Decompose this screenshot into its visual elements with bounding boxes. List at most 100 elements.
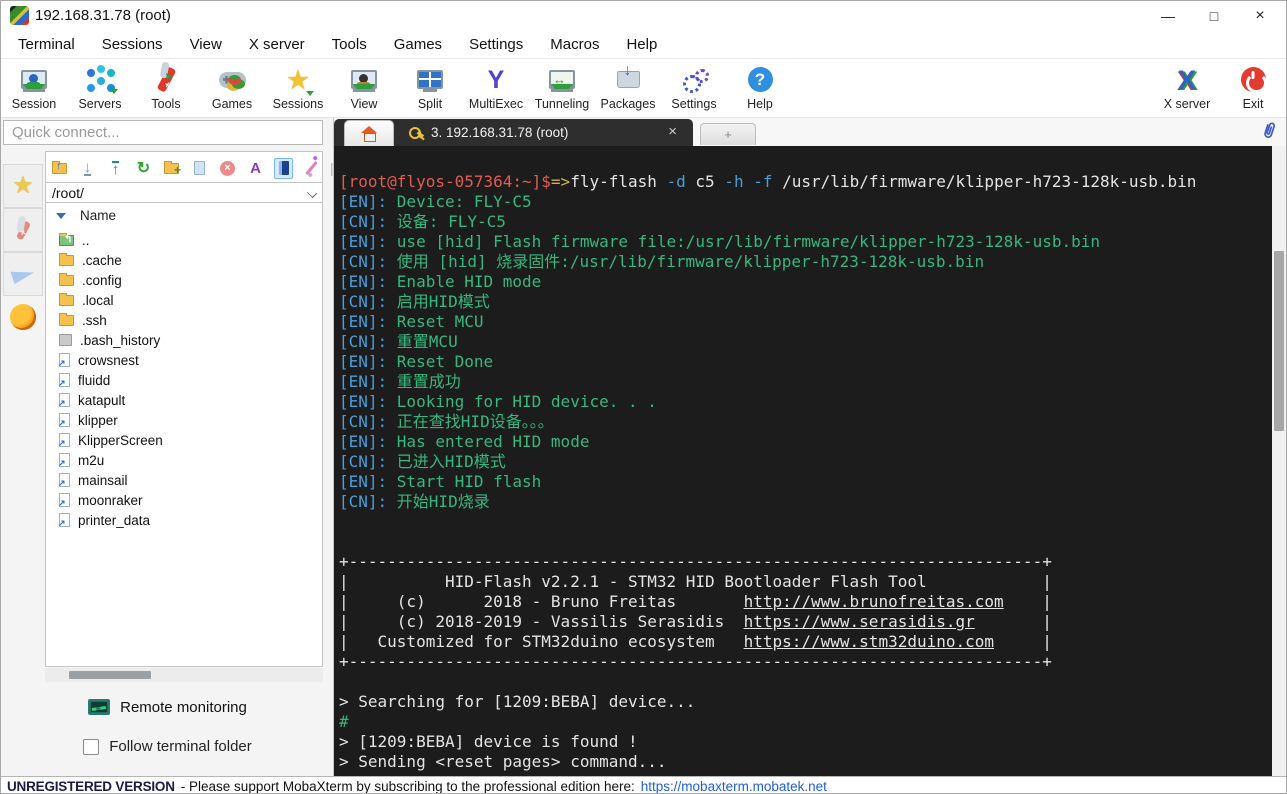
file-row[interactable]: .ssh	[46, 310, 322, 330]
file-row[interactable]: .cache	[46, 250, 322, 270]
file-toolbar-rename-button[interactable]: A	[246, 158, 265, 179]
file-row[interactable]: ↰..	[46, 230, 322, 250]
file-row[interactable]: ↗ KlipperScreen	[46, 430, 322, 450]
toolbar-button-tools[interactable]: Tools	[133, 59, 199, 117]
tab-active-session[interactable]: 3. 192.168.31.78 (root) ×	[396, 119, 691, 146]
menu-view[interactable]: View	[181, 33, 231, 56]
terminal-line: [EN]: use [hid] Flash firmware file:/usr…	[339, 232, 1100, 251]
file-name: klipper	[78, 412, 118, 428]
mobaxterm-window: 192.168.31.78 (root) — □ × Terminal Sessi…	[0, 0, 1287, 794]
quick-connect-input[interactable]	[3, 120, 323, 145]
toolbar-button-games[interactable]: Games	[199, 59, 265, 117]
file-toolbar-open-terminal-button[interactable]	[274, 157, 293, 179]
paperclip-icon[interactable]	[1260, 120, 1278, 147]
tab-home[interactable]	[344, 120, 394, 146]
tab-label: 3. 192.168.31.78 (root)	[431, 125, 569, 140]
file-row[interactable]: .local	[46, 290, 322, 310]
toolbar-button-x-server[interactable]: X X server	[1154, 59, 1220, 117]
terminal-line: > [1209:BEBA] device is found !	[339, 732, 638, 751]
remote-monitoring-button[interactable]: Remote monitoring	[1, 694, 334, 720]
toolbar-button-sessions[interactable]: ★ Sessions	[265, 59, 331, 117]
menu-games[interactable]: Games	[385, 33, 451, 56]
sidebar-item-tools[interactable]	[3, 208, 43, 252]
file-row[interactable]: ↗ fluidd	[46, 370, 322, 390]
terminal-line: | HID-Flash v2.2.1 - STM32 HID Bootloade…	[339, 572, 1052, 591]
file-row[interactable]: ↗ katapult	[46, 390, 322, 410]
file-row[interactable]: ↗ mainsail	[46, 470, 322, 490]
file-row[interactable]: ↗ printer_data	[46, 510, 322, 530]
terminal-output[interactable]: [root@flyos-057364:~]$=>fly-flash -d c5 …	[334, 146, 1274, 776]
file-row[interactable]: ↗ klipper	[46, 410, 322, 430]
terminal-line: #	[339, 712, 349, 731]
toolbar-button-view[interactable]: View	[331, 59, 397, 117]
path-input[interactable]	[46, 183, 322, 202]
parent-folder-icon: ↰	[59, 232, 74, 246]
toolbar-button-split[interactable]: Split	[397, 59, 463, 117]
multiexec-icon: Y	[487, 65, 505, 94]
file-toolbar-delete-button[interactable]: ×	[218, 158, 237, 179]
file-toolbar-new-folder-button[interactable]: +	[162, 158, 181, 179]
toolbar-button-exit[interactable]: Exit	[1220, 59, 1286, 117]
mobatek-link[interactable]: https://mobaxterm.mobatek.net	[641, 779, 827, 794]
vscrollbar-thumb[interactable]	[1274, 251, 1284, 431]
file-row[interactable]: .bash_history	[46, 330, 322, 350]
file-toolbar-refresh-button[interactable]: ↻	[134, 158, 153, 179]
hscrollbar-thumb[interactable]	[69, 671, 151, 679]
menu-settings[interactable]: Settings	[460, 33, 532, 56]
follow-terminal-folder-option[interactable]: Follow terminal folder	[1, 738, 334, 755]
terminal-follow-icon	[278, 161, 289, 175]
follow-terminal-checkbox[interactable]	[83, 738, 100, 755]
terminal-line: [EN]: Reset MCU	[339, 312, 484, 331]
toolbar-button-servers[interactable]: Servers	[67, 59, 133, 117]
menu-sessions[interactable]: Sessions	[93, 33, 172, 56]
folder-icon	[59, 272, 74, 286]
status-message: - Please support MobaXterm by subscribin…	[180, 778, 635, 794]
menu-help[interactable]: Help	[617, 33, 666, 56]
file-name: crowsnest	[78, 352, 139, 368]
terminal-line: [EN]: Has entered HID mode	[339, 432, 590, 451]
file-row[interactable]: ↗ m2u	[46, 450, 322, 470]
symlink-icon: ↗	[58, 493, 70, 508]
rename-icon: A	[250, 159, 261, 177]
file-panel-hscrollbar[interactable]	[45, 668, 323, 682]
file-toolbar-wand-button[interactable]	[302, 158, 321, 179]
toolbar-button-session[interactable]: Session	[1, 59, 67, 117]
menu-terminal[interactable]: Terminal	[9, 33, 84, 56]
toolbar-button-settings[interactable]: Settings	[661, 59, 727, 117]
sidebar-item-macros[interactable]	[3, 252, 43, 296]
file-row[interactable]: ↗ moonraker	[46, 490, 322, 510]
minimize-button[interactable]: —	[1145, 1, 1191, 31]
file-icon	[59, 334, 72, 346]
sidebar-item-pinned-sessions[interactable]: ★	[3, 164, 43, 208]
terminal-line: > Sending <reset pages> command...	[339, 752, 667, 771]
file-row[interactable]: ↗ crowsnest	[46, 350, 322, 370]
session-icon	[21, 70, 47, 89]
file-toolbar-download-button[interactable]: ↓	[78, 158, 97, 179]
toolbar-button-packages[interactable]: Packages	[595, 59, 661, 117]
new-tab-button[interactable]: +	[700, 123, 756, 145]
file-toolbar-new-file-button[interactable]	[190, 158, 209, 179]
file-toolbar-parent-folder-button[interactable]: ↑	[50, 158, 69, 179]
menu-x-server[interactable]: X server	[240, 33, 314, 56]
servers-icon	[87, 67, 118, 94]
sort-arrow-icon	[56, 213, 66, 219]
menu-tools[interactable]: Tools	[323, 33, 376, 56]
file-row[interactable]: .config	[46, 270, 322, 290]
toolbar-button-help[interactable]: ? Help	[727, 59, 793, 117]
terminal-line: [root@flyos-057364:~]$=>fly-flash -d c5 …	[339, 172, 1197, 191]
terminal-vscrollbar[interactable]	[1272, 146, 1286, 776]
maximize-button[interactable]: □	[1191, 1, 1237, 31]
toolbar-label: MultiExec	[468, 97, 524, 111]
toolbar-button-multiexec[interactable]: Y MultiExec	[463, 59, 529, 117]
file-list-header[interactable]: Name	[46, 205, 322, 227]
tab-close-icon[interactable]: ×	[668, 123, 677, 140]
menu-macros[interactable]: Macros	[541, 33, 608, 56]
terminal-line: [CN]: 使用 [hid] 烧录固件:/usr/lib/firmware/kl…	[339, 252, 985, 271]
file-toolbar-upload-button[interactable]: ↑	[106, 158, 125, 179]
new-file-icon	[194, 161, 205, 175]
toolbar-button-tunneling[interactable]: ↔ Tunneling	[529, 59, 595, 117]
network-globe-icon[interactable]	[10, 304, 36, 330]
tab-bar: 3. 192.168.31.78 (root) × +	[334, 118, 1286, 146]
close-button[interactable]: ×	[1237, 1, 1283, 31]
